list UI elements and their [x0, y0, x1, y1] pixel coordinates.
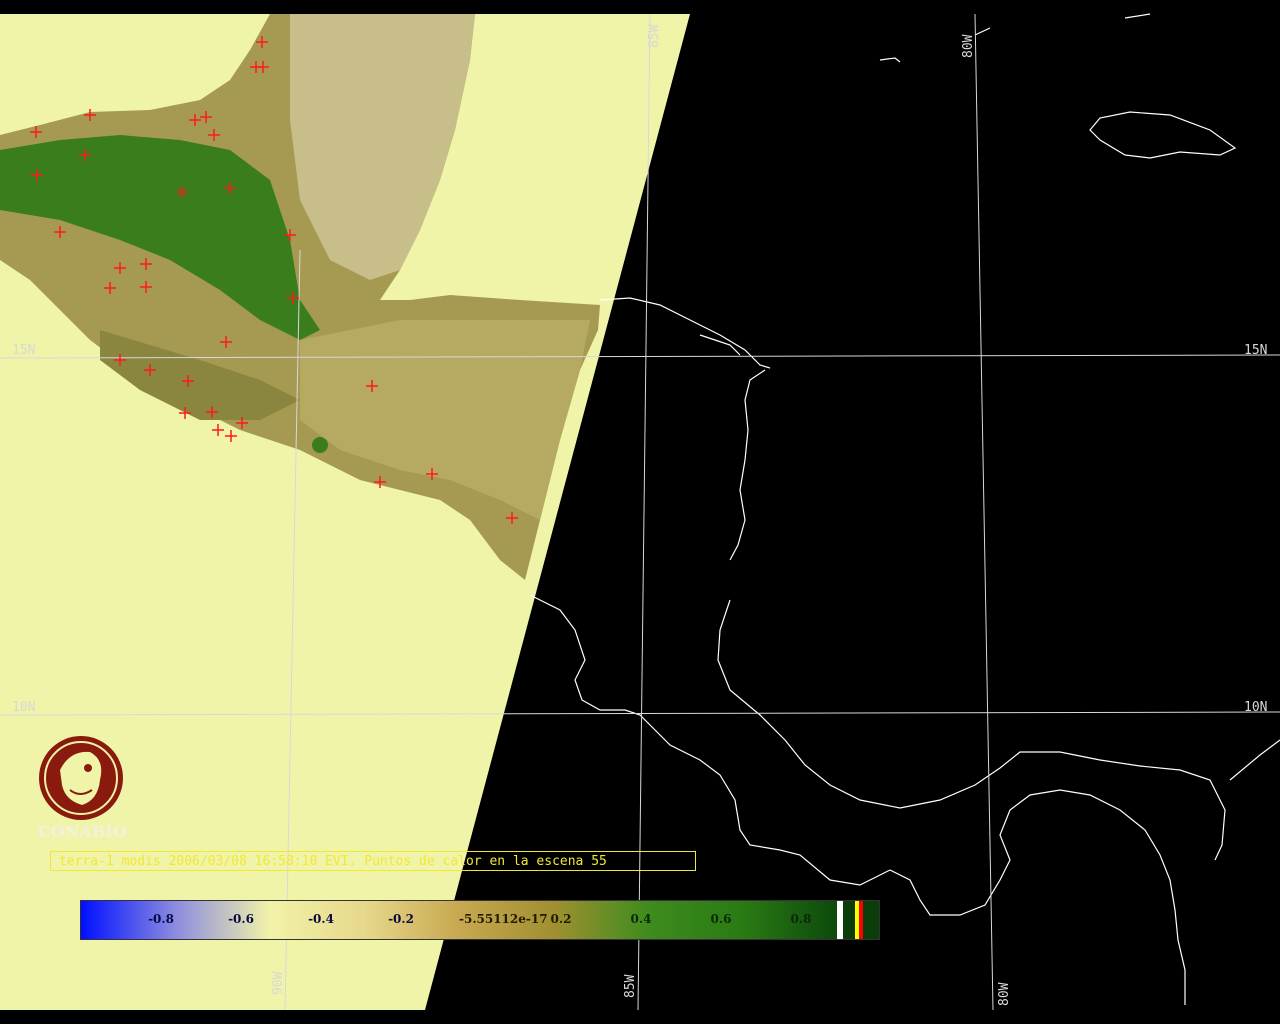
legend-label: 0.4 [630, 912, 652, 926]
grid-label-80w-top: 80W [961, 34, 976, 58]
legend-label: 0.8 [790, 912, 812, 926]
evi-legend: -0.8 -0.6 -0.4 -0.2 -5.55112e-17 0.2 0.4 0.6 0.8 [80, 900, 880, 940]
legend-label: -0.8 [148, 912, 174, 926]
legend-label: -0.6 [228, 912, 254, 926]
grid-label-15n-right: 15N [1244, 343, 1267, 358]
grid-label-15n-left: 15N [12, 343, 35, 358]
grid-label-10n-left: 10N [12, 700, 35, 715]
conabio-logo-text: CONABIO [38, 822, 127, 841]
grid-label-10n-right: 10N [1244, 700, 1267, 715]
legend-extra-swatch [843, 901, 855, 939]
forest-patch [312, 437, 328, 453]
legend-extra-swatches [837, 901, 879, 939]
grid-label-85w-bottom: 85W [623, 974, 638, 998]
legend-label: -0.2 [388, 912, 414, 926]
scene-caption: terra-1 modis 2006/03/08 16:58:10 EVI. P… [50, 851, 696, 871]
legend-label: -5.55112e-17 [459, 912, 548, 926]
legend-label: -0.4 [308, 912, 334, 926]
grid-label-80w-bottom: 80W [997, 982, 1012, 1006]
conabio-logo [39, 736, 123, 820]
legend-extra-swatch [863, 901, 879, 939]
grid-label-90w-bottom: 90W [271, 971, 286, 995]
grid-label-85w-top: 85W [647, 24, 662, 48]
legend-label: 0.2 [550, 912, 572, 926]
legend-label: 0.6 [710, 912, 732, 926]
